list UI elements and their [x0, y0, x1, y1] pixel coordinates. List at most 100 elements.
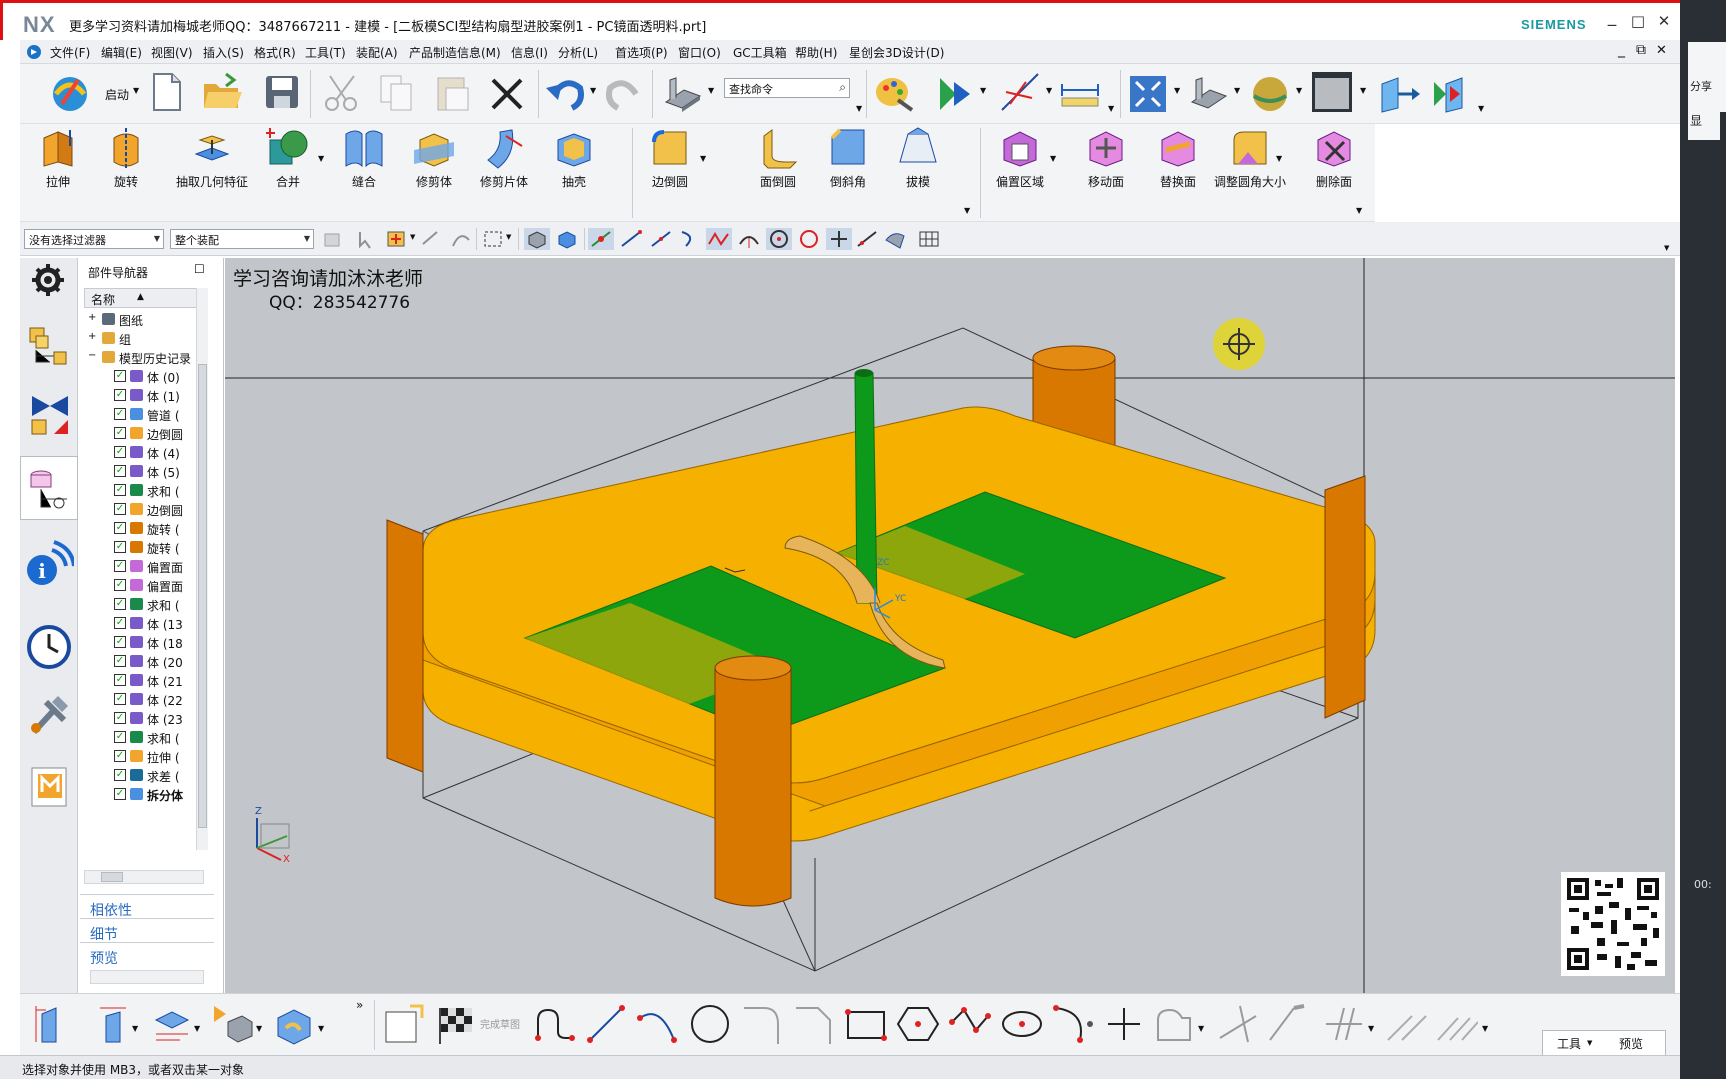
column-header-name[interactable]: 名称 ▲ [84, 288, 204, 308]
sew-icon[interactable] [342, 126, 386, 170]
snap-bounded-icon[interactable] [882, 228, 908, 250]
sheet-metal-dropdown-icon[interactable]: ▼ [708, 86, 714, 95]
preview-button[interactable]: 预览 [1619, 1035, 1643, 1052]
sync-group-dropdown-icon[interactable]: ▼ [1356, 206, 1362, 215]
studio-spline-icon[interactable] [948, 1002, 992, 1046]
shell-button[interactable]: 抽壳 [534, 174, 614, 190]
menu-view[interactable]: 视图(V) [151, 44, 193, 61]
face-blend-icon[interactable] [756, 126, 800, 170]
tools-dropdown-icon[interactable]: ▼ [1587, 1039, 1592, 1047]
snap-on-surface-icon[interactable] [854, 228, 880, 250]
visibility-checkbox[interactable]: ✓ [114, 579, 126, 591]
visibility-checkbox[interactable]: ✓ [114, 712, 126, 724]
sheet-metal-icon[interactable] [660, 72, 704, 116]
circle-icon[interactable] [688, 1002, 732, 1046]
fillet-icon[interactable] [740, 1002, 784, 1046]
tools-button[interactable]: 工具 [1557, 1035, 1581, 1052]
snap-line-icon[interactable] [618, 228, 644, 250]
menu-format[interactable]: 格式(R) [254, 44, 296, 61]
grid-icon[interactable] [916, 228, 942, 250]
move-face-icon[interactable] [1084, 126, 1128, 170]
point-icon[interactable] [1102, 1002, 1146, 1046]
offset-region-button[interactable]: 偏置区域 [980, 174, 1060, 190]
feature-group-dropdown-icon[interactable]: ▼ [964, 206, 970, 215]
part-navigator-tab[interactable] [20, 456, 78, 520]
visibility-checkbox[interactable]: ✓ [114, 370, 126, 382]
revolve-icon[interactable] [104, 126, 148, 170]
minimize-button[interactable]: _ [1601, 7, 1623, 27]
doc-restore-button[interactable]: ⧉ [1636, 42, 1646, 58]
unite-button[interactable]: 合并 [248, 174, 328, 190]
snap-intersection-icon[interactable] [706, 228, 732, 250]
resize-blend-icon[interactable] [1228, 126, 1272, 170]
menu-tools[interactable]: 工具(T) [305, 44, 346, 61]
selection-bar-overflow-icon[interactable]: ▼ [1664, 244, 1669, 252]
corner-dropdown-icon[interactable]: ▼ [1368, 1024, 1374, 1033]
shaded-with-edges-icon[interactable] [524, 228, 550, 250]
menu-insert[interactable]: 插入(S) [203, 44, 244, 61]
menu-file[interactable]: 文件(F) [50, 44, 90, 61]
visibility-checkbox[interactable]: ✓ [114, 598, 126, 610]
menu-edit[interactable]: 编辑(E) [101, 44, 142, 61]
open-folder-icon[interactable] [200, 70, 244, 114]
finish-sketch-flag-icon[interactable] [434, 1002, 478, 1046]
trim-sheet-icon[interactable] [482, 126, 526, 170]
delete-icon[interactable] [485, 72, 529, 116]
menu-pmi[interactable]: 产品制造信息(M) [409, 44, 501, 61]
sketch-task-icon[interactable] [382, 1002, 426, 1046]
point-dropdown-icon[interactable]: ▼ [1046, 86, 1052, 95]
edge-blend-dropdown-icon[interactable]: ▼ [700, 154, 706, 163]
menu-window[interactable]: 窗口(O) [678, 44, 721, 61]
pattern-dropdown-icon[interactable]: ▼ [1482, 1024, 1488, 1033]
revolve-button[interactable]: 旋转 [86, 174, 166, 190]
sew-button[interactable]: 缝合 [324, 174, 404, 190]
select-dropdown-icon[interactable]: ▼ [410, 233, 415, 241]
extrude-icon[interactable] [36, 126, 80, 170]
auto-constraint-dropdown-icon[interactable]: ▼ [256, 1024, 262, 1033]
cut-icon[interactable] [320, 70, 364, 114]
visibility-checkbox[interactable]: ✓ [114, 541, 126, 553]
measure-distance-icon[interactable] [1058, 72, 1102, 116]
navigator-maximize-button[interactable]: ☐ [194, 262, 205, 276]
details-section[interactable]: 细节 [90, 924, 118, 944]
ellipse-icon[interactable] [1000, 1002, 1044, 1046]
rectangle-select-icon[interactable] [482, 228, 504, 250]
visibility-checkbox[interactable]: ✓ [114, 617, 126, 629]
delete-face-button[interactable]: 删除面 [1294, 174, 1374, 190]
arc-icon[interactable] [636, 1002, 680, 1046]
unite-dropdown-icon[interactable]: ▼ [318, 154, 324, 163]
visibility-checkbox[interactable]: ✓ [114, 446, 126, 458]
create-sketch-icon[interactable] [272, 1002, 316, 1046]
sketch-dropdown-icon[interactable]: ▼ [318, 1024, 324, 1033]
trim-body-icon[interactable] [412, 126, 456, 170]
snap-midpoint-icon[interactable] [648, 228, 674, 250]
info-broadcast-icon[interactable]: i [24, 536, 74, 590]
menu-information[interactable]: 信息(I) [511, 44, 548, 61]
undo-icon[interactable] [544, 72, 588, 116]
rectangle-icon[interactable] [844, 1002, 888, 1046]
resize-blend-dropdown-icon[interactable]: ▼ [1276, 154, 1282, 163]
settings-gear-icon[interactable] [30, 262, 66, 298]
paste-icon[interactable] [430, 70, 474, 114]
measure-dropdown-icon[interactable]: ▼ [1108, 104, 1114, 113]
navigator-vertical-scrollbar[interactable] [196, 288, 208, 850]
visibility-checkbox[interactable]: ✓ [114, 731, 126, 743]
chamfer-icon[interactable] [826, 126, 870, 170]
finish-sketch-button[interactable]: 完成草图 [480, 1016, 520, 1031]
app-menu-icon[interactable] [26, 44, 42, 60]
rectangle-dropdown-icon[interactable]: ▼ [506, 233, 511, 241]
menu-assembly[interactable]: 装配(A) [356, 44, 398, 61]
extract-geometry-button[interactable]: 抽取几何特征 [172, 174, 252, 190]
offset-curve-icon[interactable] [1152, 1002, 1196, 1046]
menu-analysis[interactable]: 分析(L) [558, 44, 598, 61]
assembly-navigator-icon[interactable] [26, 324, 70, 368]
delete-face-icon[interactable] [1312, 126, 1356, 170]
menu-gc-toolkit[interactable]: GC工具箱 [733, 44, 787, 61]
visibility-checkbox[interactable]: ✓ [114, 769, 126, 781]
command-search-input[interactable]: 查找命令 ⌕ [724, 78, 850, 98]
save-icon[interactable] [260, 70, 304, 114]
replace-face-icon[interactable] [1156, 126, 1200, 170]
render-dropdown-icon[interactable]: ▼ [980, 86, 986, 95]
snap-curve-icon[interactable] [450, 228, 472, 250]
offset-dropdown-icon[interactable]: ▼ [1198, 1024, 1204, 1033]
